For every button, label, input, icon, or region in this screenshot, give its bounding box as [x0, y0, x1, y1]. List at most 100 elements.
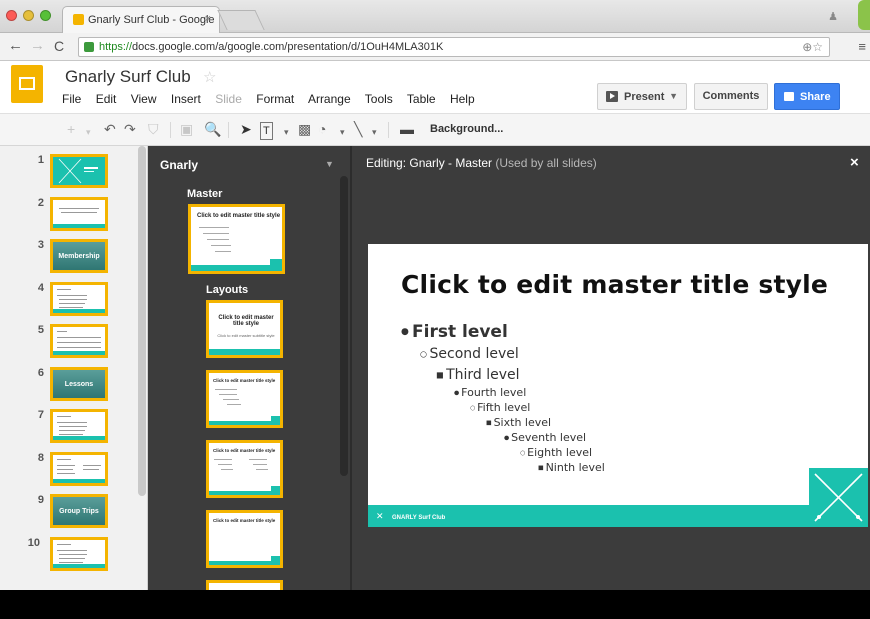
master-layouts-panel: Gnarly ▼ Master Click to edit master tit…	[148, 146, 350, 590]
slide-thumbnail-6[interactable]: Lessons	[50, 366, 108, 401]
slide-thumbnail-9[interactable]: Group Trips	[50, 494, 108, 528]
image-icon[interactable]: ▩	[298, 121, 311, 137]
theme-name[interactable]: Gnarly	[160, 158, 198, 172]
slide-thumbnail-title: Membership	[58, 253, 100, 260]
close-window-button[interactable]	[6, 10, 17, 21]
menu-insert[interactable]: Insert	[171, 92, 201, 106]
text-box-icon[interactable]: T	[260, 122, 273, 140]
layout-thumbnail-title-only[interactable]: Click to edit master title style	[206, 510, 283, 568]
present-button[interactable]: Present ▼	[597, 83, 687, 110]
layouts-scrollbar[interactable]	[340, 176, 348, 476]
maximize-window-button[interactable]	[40, 10, 51, 21]
zoom-fit-icon[interactable]: ▣	[180, 121, 193, 137]
comment-icon[interactable]: ▬	[400, 121, 414, 137]
text-box-dropdown-icon[interactable]: ▾	[284, 124, 289, 140]
shape-dropdown-icon[interactable]: ▾	[340, 124, 345, 140]
bullet-text: Seventh level	[511, 431, 587, 444]
bullet-level-7[interactable]: ● Seventh level	[504, 431, 586, 444]
layouts-heading: Layouts	[206, 284, 249, 296]
bullet-level-4[interactable]: ● Fourth level	[454, 386, 526, 399]
slide-thumbnail-2[interactable]	[50, 196, 108, 231]
slides-logo-icon[interactable]	[11, 65, 43, 103]
url-input[interactable]: https://docs.google.com/a/google.com/pre…	[78, 37, 830, 57]
bullet-text: Second level	[429, 346, 519, 362]
bullet-level-6[interactable]: ■ Sixth level	[486, 416, 551, 429]
master-title-placeholder[interactable]: Click to edit master title style	[401, 270, 828, 299]
minimize-window-button[interactable]	[23, 10, 34, 21]
lock-icon	[84, 42, 94, 52]
extension-icon[interactable]	[858, 0, 870, 30]
line-dropdown-icon[interactable]: ▾	[372, 124, 377, 140]
chevron-down-icon[interactable]: ▼	[669, 91, 678, 101]
present-label: Present	[624, 91, 665, 103]
master-thumb-title: Click to edit master title style	[197, 213, 281, 219]
bullet-icon: ■	[436, 370, 447, 380]
new-slide-dropdown-icon[interactable]: ▾	[86, 124, 91, 140]
toolbar-divider	[388, 122, 389, 138]
layout-thumbnail-two-column[interactable]: Click to edit master title style	[206, 440, 283, 498]
bullet-level-1[interactable]: ● First level	[401, 322, 508, 342]
forward-arrow-icon[interactable]: →	[30, 38, 45, 54]
editing-heading: Editing: Gnarly - Master (Used by all sl…	[366, 156, 597, 170]
layout-thumbnail-body[interactable]: Click to edit master title style	[206, 370, 283, 428]
paint-format-icon[interactable]: ⛉	[148, 121, 159, 137]
master-slide-canvas[interactable]: Click to edit master title style ● First…	[368, 244, 868, 527]
bullet-text: Fourth level	[461, 386, 527, 399]
close-icon[interactable]: ×	[850, 154, 859, 171]
zoom-icon[interactable]: 🔍	[204, 121, 221, 137]
layout-thumbnail[interactable]	[206, 580, 283, 590]
filmstrip-scrollbar[interactable]	[138, 146, 146, 496]
line-icon[interactable]: ╲	[354, 121, 362, 137]
slide-thumbnail-3[interactable]: Membership	[50, 239, 108, 273]
new-slide-icon[interactable]: +	[67, 121, 75, 137]
surf-logo-icon[interactable]	[809, 468, 868, 527]
bullet-level-9[interactable]: ■ Ninth level	[538, 461, 605, 474]
menu-view[interactable]: View	[131, 92, 157, 106]
master-thumbnail[interactable]: Click to edit master title style	[188, 204, 285, 274]
redo-icon[interactable]: ↷	[124, 121, 136, 137]
document-title[interactable]: Gnarly Surf Club	[65, 67, 191, 87]
undo-icon[interactable]: ↶	[104, 121, 116, 137]
star-icon[interactable]: ☆	[203, 68, 216, 86]
slide-thumbnail-4[interactable]	[50, 281, 108, 316]
bookmark-star-icon[interactable]: ⊕☆	[802, 40, 823, 54]
slide-thumbnail-8[interactable]	[50, 451, 108, 486]
layout-thumbnail-title[interactable]: Click to edit master title style Click t…	[206, 300, 283, 358]
slide-filmstrip: 1 2 3 Membership 4 5 6 Lessons 7 8 9 Group Trips 10	[0, 146, 148, 590]
bullet-level-3[interactable]: ■ Third level	[436, 367, 520, 383]
menu-table[interactable]: Table	[407, 92, 436, 106]
menu-tools[interactable]: Tools	[365, 92, 393, 106]
reload-icon[interactable]: C	[54, 38, 64, 54]
menu-arrange[interactable]: Arrange	[308, 92, 351, 106]
slide-footer-text[interactable]: GNARLY Surf Club	[392, 515, 445, 521]
slide-thumbnail-1[interactable]	[50, 154, 108, 188]
browser-menu-icon[interactable]: ≡	[858, 39, 866, 54]
share-button[interactable]: Share	[774, 83, 840, 110]
tab-close-icon[interactable]: ×	[205, 13, 211, 25]
bullet-level-5[interactable]: ○ Fifth level	[470, 401, 530, 414]
select-cursor-icon[interactable]: ➤	[240, 121, 252, 137]
browser-tab[interactable]: Gnarly Surf Club - Google ×	[62, 6, 220, 33]
profile-icon[interactable]: ♟	[828, 10, 838, 23]
menu-format[interactable]: Format	[256, 92, 294, 106]
menu-file[interactable]: File	[62, 92, 81, 106]
slide-thumbnail-7[interactable]	[50, 409, 108, 443]
slide-number: 3	[37, 239, 44, 251]
chevron-down-icon[interactable]: ▼	[325, 159, 334, 169]
background-button[interactable]: Background...	[430, 123, 503, 135]
slide-number: 8	[37, 451, 44, 464]
comments-button[interactable]: Comments	[694, 83, 768, 110]
slide-number: 6	[37, 366, 44, 379]
new-tab-button[interactable]	[217, 10, 265, 30]
back-arrow-icon[interactable]: ←	[8, 38, 23, 54]
bullet-level-8[interactable]: ○ Eighth level	[520, 446, 592, 459]
menu-slide: Slide	[215, 92, 242, 106]
bullet-level-2[interactable]: ○ Second level	[420, 346, 519, 362]
crossed-surfboards-icon	[814, 473, 863, 522]
slide-thumbnail-10[interactable]	[50, 536, 108, 571]
shape-icon[interactable]: ◔	[318, 121, 326, 137]
slide-number: 1	[37, 154, 44, 166]
menu-help[interactable]: Help	[450, 92, 475, 106]
slide-thumbnail-5[interactable]	[50, 324, 108, 358]
menu-edit[interactable]: Edit	[96, 92, 117, 106]
